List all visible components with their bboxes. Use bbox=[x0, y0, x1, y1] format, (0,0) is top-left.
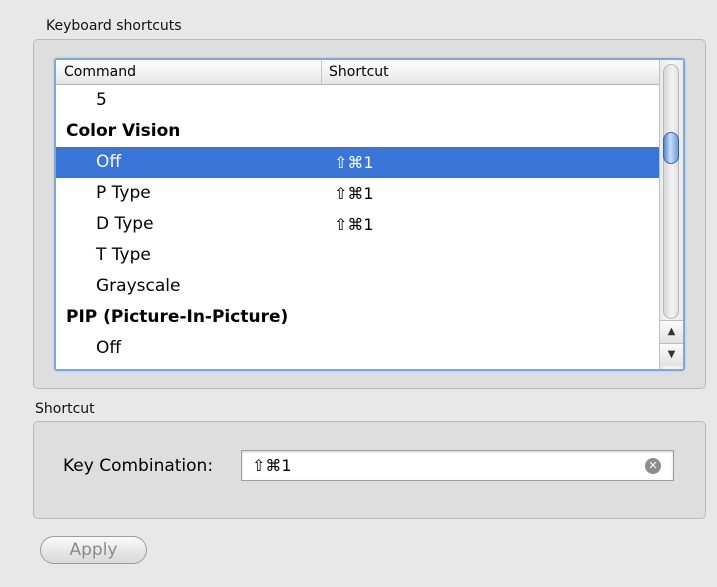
table-row[interactable]: D Type ⇧⌘1 bbox=[56, 209, 661, 240]
scroll-track[interactable] bbox=[663, 64, 679, 319]
shortcut-cell: ⇧⌘1 bbox=[334, 215, 374, 234]
shortcuts-table[interactable]: Command Shortcut 5 Color Vision Off ⇧⌘1 P Ty… bbox=[54, 58, 685, 371]
command-cell: T Type bbox=[96, 245, 151, 265]
scroll-thumb[interactable] bbox=[663, 132, 679, 164]
column-header-command[interactable]: Command bbox=[64, 64, 136, 80]
table-body: 5 Color Vision Off ⇧⌘1 P Type ⇧⌘1 D Type ⇧⌘1 T T… bbox=[56, 85, 661, 364]
vertical-scrollbar[interactable]: ▲ ▼ bbox=[659, 60, 683, 369]
key-combination-value: ⇧⌘1 bbox=[252, 456, 292, 475]
table-row[interactable]: 5 bbox=[56, 85, 661, 116]
scroll-down-arrow-icon[interactable]: ▼ bbox=[660, 343, 683, 366]
key-combination-label: Key Combination: bbox=[63, 456, 214, 476]
table-group-row[interactable]: Color Vision bbox=[56, 116, 661, 147]
key-combination-field[interactable]: ⇧⌘1 ✕ bbox=[241, 450, 674, 481]
column-separator[interactable] bbox=[321, 60, 322, 84]
command-cell: Grayscale bbox=[96, 276, 181, 296]
table-row[interactable]: Off ⇧⌘1 bbox=[56, 147, 661, 178]
clear-icon[interactable]: ✕ bbox=[645, 458, 661, 474]
table-row[interactable]: Grayscale bbox=[56, 271, 661, 302]
table-row[interactable]: P Type ⇧⌘1 bbox=[56, 178, 661, 209]
command-cell: PIP (Picture-In-Picture) bbox=[66, 307, 289, 327]
command-cell: P Type bbox=[96, 183, 151, 203]
command-cell: Color Vision bbox=[66, 121, 181, 141]
scroll-up-arrow-icon[interactable]: ▲ bbox=[660, 320, 683, 343]
command-cell: Off bbox=[96, 338, 122, 358]
shortcut-cell: ⇧⌘1 bbox=[334, 184, 374, 203]
command-cell: Off bbox=[96, 152, 122, 172]
table-row[interactable]: Off bbox=[56, 333, 661, 364]
table-row[interactable]: T Type bbox=[56, 240, 661, 271]
column-header-shortcut[interactable]: Shortcut bbox=[329, 64, 389, 80]
keyboard-shortcuts-label: Keyboard shortcuts bbox=[46, 18, 182, 34]
shortcut-cell: ⇧⌘1 bbox=[334, 153, 374, 172]
command-cell: 5 bbox=[96, 90, 107, 110]
shortcut-group-label: Shortcut bbox=[35, 401, 95, 417]
table-header: Command Shortcut bbox=[56, 60, 661, 85]
command-cell: D Type bbox=[96, 214, 154, 234]
table-group-row[interactable]: PIP (Picture-In-Picture) bbox=[56, 302, 661, 333]
apply-button[interactable]: Apply bbox=[40, 536, 147, 564]
